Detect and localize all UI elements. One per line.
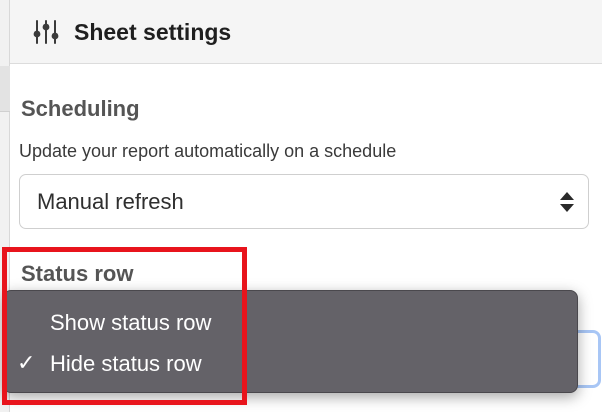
status-row-dropdown-menu: Show status row ✓ Hide status row <box>3 290 578 393</box>
menu-item-label: Hide status row <box>50 351 202 376</box>
panel-title: Sheet settings <box>74 19 232 45</box>
scheduling-description: Update your report automatically on a sc… <box>19 141 397 161</box>
menu-item-label: Show status row <box>50 310 212 335</box>
sliders-icon <box>33 20 59 44</box>
scheduling-heading: Scheduling <box>21 96 140 121</box>
schedule-select[interactable]: Manual refresh <box>19 174 589 229</box>
menu-item-hide-status-row[interactable]: ✓ Hide status row <box>4 344 577 384</box>
menu-item-show-status-row[interactable]: Show status row <box>4 303 577 343</box>
gutter-row-marker <box>0 66 10 112</box>
schedule-select-value: Manual refresh <box>37 189 184 214</box>
select-arrows-icon <box>560 192 574 212</box>
status-row-heading: Status row <box>21 261 134 286</box>
panel-header: Sheet settings <box>10 0 602 64</box>
checkmark-icon: ✓ <box>17 350 36 375</box>
